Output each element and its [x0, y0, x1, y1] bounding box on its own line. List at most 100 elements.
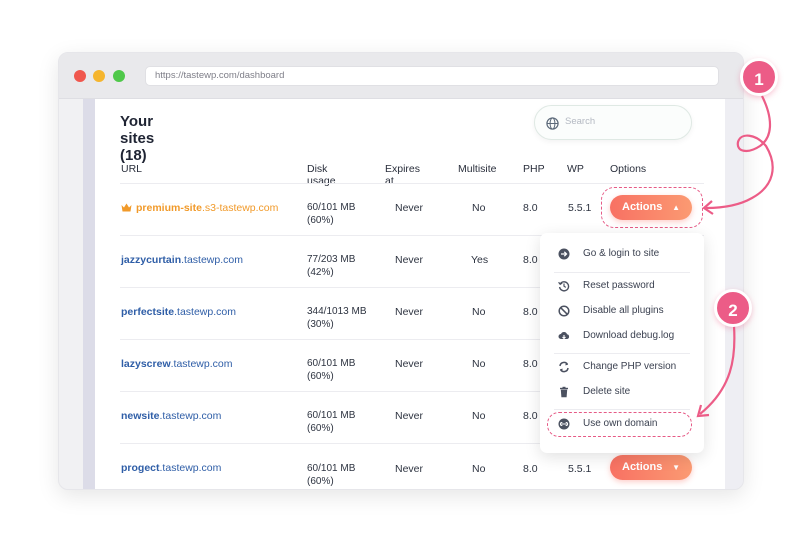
search-input[interactable]: Search — [534, 105, 692, 140]
disk-usage-amount: 60/101 MB — [307, 410, 356, 421]
php-value: 8.0 — [523, 410, 538, 422]
callout-badge-2: 2 — [714, 289, 752, 327]
php-value: 8.0 — [523, 254, 538, 266]
site-domain: .tastewp.com — [174, 306, 236, 318]
menu-divider — [554, 272, 690, 273]
browser-toolbar: https://tastewp.com/dashboard — [59, 53, 743, 99]
disk-usage-percent: (42%) — [307, 267, 334, 278]
site-name: jazzycurtain — [121, 254, 182, 266]
address-bar[interactable]: https://tastewp.com/dashboard — [145, 66, 719, 86]
actions-label: Actions — [622, 201, 663, 213]
site-link[interactable]: lazyscrew.tastewp.com — [121, 358, 232, 370]
expires-value: Never — [395, 254, 424, 266]
menu-item-label: Delete site — [583, 386, 631, 397]
history-icon — [558, 281, 570, 292]
multisite-value: No — [472, 410, 486, 422]
disk-usage: 344/1013 MB (30%) — [307, 305, 367, 331]
menu-item-change-php[interactable]: Change PHP version — [540, 357, 704, 379]
multisite-value: No — [472, 202, 486, 214]
caret-up-icon: ▲ — [672, 203, 680, 212]
site-link[interactable]: newsite.tastewp.com — [121, 410, 221, 422]
disk-usage: 77/203 MB (42%) — [307, 253, 355, 279]
arrow-circle-right-icon — [558, 248, 570, 260]
menu-item-label: Change PHP version — [583, 361, 677, 372]
disk-usage: 60/101 MB (60%) — [307, 409, 355, 435]
expires-value: Never — [395, 358, 424, 370]
disk-usage-amount: 60/101 MB — [307, 463, 356, 474]
own-domain-highlight-outline — [547, 412, 692, 437]
multisite-value: No — [472, 306, 486, 318]
multisite-value: No — [472, 358, 486, 370]
sync-icon — [559, 361, 569, 373]
cloud-download-icon — [558, 332, 570, 340]
disk-usage: 60/101 MB (60%) — [307, 201, 355, 227]
minimize-window-dot[interactable] — [93, 70, 105, 82]
disk-usage-percent: (60%) — [307, 476, 334, 487]
page-title: Your sites (18) — [120, 113, 155, 164]
site-name: perfectsite — [121, 306, 175, 318]
php-value: 8.0 — [523, 358, 538, 370]
site-domain: .tastewp.com — [159, 462, 222, 474]
site-domain: .tastewp.com — [181, 254, 243, 266]
maximize-window-dot[interactable] — [113, 70, 125, 82]
php-value: 8.0 — [523, 202, 538, 214]
disk-usage-percent: (60%) — [307, 423, 334, 434]
col-header-multisite: Multisite — [458, 163, 497, 175]
screenshot-stage: https://tastewp.com/dashboard Your sites… — [0, 0, 802, 550]
close-window-dot[interactable] — [74, 70, 86, 82]
menu-divider — [554, 353, 690, 354]
disk-usage-amount: 60/101 MB — [307, 202, 356, 213]
site-name: newsite — [121, 410, 160, 422]
php-value: 8.0 — [523, 463, 538, 475]
php-value: 8.0 — [523, 306, 538, 318]
menu-item-delete-site[interactable]: Delete site — [540, 382, 704, 404]
expires-value: Never — [395, 306, 424, 318]
menu-item-label: Disable all plugins — [583, 305, 664, 316]
ban-icon — [558, 305, 570, 317]
col-header-url: URL — [121, 163, 143, 175]
col-header-wp: WP — [567, 163, 584, 175]
row-divider — [120, 183, 704, 184]
expires-value: Never — [395, 202, 424, 214]
actions-label: Actions — [622, 461, 663, 473]
site-domain: .tastewp.com — [159, 410, 222, 422]
menu-item-reset-password[interactable]: Reset password — [540, 276, 704, 298]
site-link[interactable]: premium-site.s3-tastewp.com — [121, 202, 278, 214]
site-link[interactable]: perfectsite.tastewp.com — [121, 306, 236, 318]
trash-icon — [560, 386, 568, 398]
site-domain: .s3-tastewp.com — [201, 202, 279, 214]
globe-icon — [546, 117, 559, 130]
multisite-value: Yes — [471, 254, 489, 266]
actions-button-open[interactable]: Actions ▲ — [610, 195, 692, 220]
site-name: premium-site — [136, 202, 202, 214]
callout-badge-1: 1 — [740, 58, 778, 96]
disk-usage-percent: (60%) — [307, 215, 334, 226]
menu-item-download-debug[interactable]: Download debug.log — [540, 326, 704, 348]
menu-item-go-login[interactable]: Go & login to site — [540, 244, 704, 266]
disk-usage-amount: 344/1013 MB — [307, 306, 367, 317]
wp-value: 5.5.1 — [568, 463, 592, 475]
site-link[interactable]: jazzycurtain.tastewp.com — [121, 254, 243, 266]
multisite-value: No — [472, 463, 486, 475]
menu-item-disable-plugins[interactable]: Disable all plugins — [540, 301, 704, 323]
site-link[interactable]: progect.tastewp.com — [121, 462, 221, 474]
site-name: lazyscrew — [121, 358, 171, 370]
disk-usage-amount: 60/101 MB — [307, 358, 356, 369]
disk-usage: 60/101 MB (60%) — [307, 357, 355, 383]
search-placeholder: Search — [565, 116, 596, 127]
disk-usage-amount: 77/203 MB — [307, 254, 356, 265]
site-name: progect — [121, 462, 160, 474]
menu-item-label: Download debug.log — [583, 330, 675, 341]
col-header-php: PHP — [523, 163, 545, 175]
crown-icon — [121, 203, 132, 212]
site-domain: .tastewp.com — [170, 358, 233, 370]
col-header-options: Options — [610, 163, 647, 175]
disk-usage-percent: (30%) — [307, 319, 334, 330]
actions-button[interactable]: Actions ▼ — [610, 455, 692, 480]
disk-usage: 60/101 MB (60%) — [307, 462, 355, 488]
caret-down-icon: ▼ — [672, 463, 680, 472]
left-gutter — [83, 99, 95, 489]
expires-value: Never — [395, 410, 424, 422]
wp-value: 5.5.1 — [568, 202, 592, 214]
menu-item-label: Reset password — [583, 280, 655, 291]
